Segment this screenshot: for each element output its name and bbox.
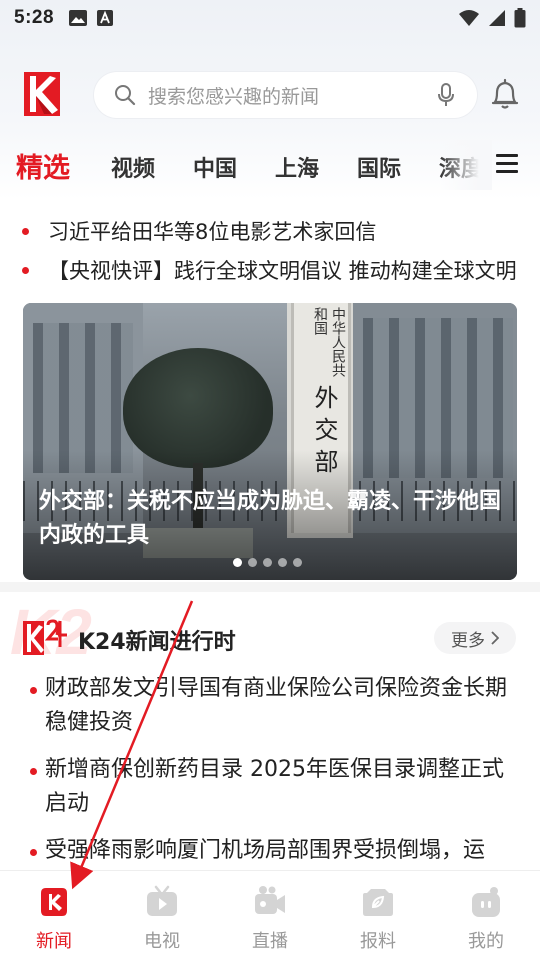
chevron-right-icon	[491, 631, 499, 645]
headline-text: 习近平给田华等8位电影艺术家回信	[48, 220, 377, 244]
banner-caption: 外交部：关税不应当成为胁迫、霸凌、干涉他国内政的工具	[39, 489, 502, 548]
bullet-dot	[22, 227, 29, 235]
k24-news-item[interactable]: 受强降雨影响厦门机场局部围界受损倒塌，运	[45, 834, 515, 868]
nav-report-label: 报料	[360, 931, 396, 952]
microphone-icon[interactable]	[437, 83, 455, 107]
tab-featured[interactable]: 精选	[16, 146, 70, 185]
nav-profile[interactable]: 我的	[432, 871, 540, 960]
app-logo-icon[interactable]	[22, 70, 62, 118]
more-button[interactable]: 更多	[434, 622, 516, 654]
bullet-dot	[30, 849, 37, 856]
headline-text: 【央视快评】践行全球文明倡议 推动构建全球文明	[48, 259, 517, 283]
k24-section-title: K24新闻进行时	[78, 630, 236, 655]
tabs-fade	[440, 140, 492, 190]
signal-icon	[489, 10, 505, 26]
carousel-dot[interactable]	[263, 558, 272, 567]
carousel-dot[interactable]	[293, 558, 302, 567]
bottom-navigation: 新闻 电视 直播 报料 我的	[0, 870, 540, 960]
status-bar: 5:28	[0, 0, 540, 36]
news-icon	[41, 888, 67, 916]
k24-news-item[interactable]: 财政部发文引导国有商业保险公司保险资金长期稳健投资	[45, 672, 515, 740]
headline-item[interactable]: 习近平给田华等8位电影艺术家回信	[22, 216, 517, 246]
sign-small-text: 中华人民共和国	[312, 307, 346, 377]
bullet-dot	[22, 266, 29, 274]
carousel-dot[interactable]	[278, 558, 287, 567]
headline-item[interactable]: 【央视快评】践行全球文明倡议 推动构建全球文明	[22, 255, 517, 285]
nav-live-label: 直播	[252, 931, 288, 952]
featured-carousel[interactable]: 中华人民共和国 外交部 外交部：关税不应当成为胁迫、霸凌、干涉他国内政的工具	[23, 303, 517, 580]
live-camera-icon	[255, 886, 285, 914]
tab-international[interactable]: 国际	[357, 151, 401, 183]
font-notification-icon	[97, 10, 114, 26]
nav-live[interactable]: 直播	[216, 871, 324, 960]
carousel-indicator	[233, 558, 302, 567]
bullet-dot	[30, 768, 37, 775]
tab-video[interactable]: 视频	[111, 151, 155, 183]
profile-icon	[472, 887, 500, 917]
nav-profile-label: 我的	[468, 931, 504, 952]
search-placeholder: 搜索您感兴趣的新闻	[148, 85, 320, 108]
channel-tabs: 精选 视频 中国 上海 国际 深度	[0, 140, 540, 190]
tab-shanghai[interactable]: 上海	[275, 151, 319, 183]
search-bar[interactable]: 搜索您感兴趣的新闻	[94, 72, 477, 118]
gallery-notification-icon	[69, 10, 88, 26]
tv-icon	[147, 885, 177, 916]
status-time: 5:28	[14, 7, 55, 28]
carousel-dot[interactable]	[248, 558, 257, 567]
more-label: 更多	[451, 630, 485, 651]
notification-bell-icon[interactable]	[490, 78, 520, 110]
nav-tv-label: 电视	[144, 931, 180, 952]
nav-news-label: 新闻	[36, 931, 72, 952]
report-icon	[363, 889, 393, 916]
k24-logo-icon	[23, 619, 67, 655]
tab-china[interactable]: 中国	[193, 151, 237, 183]
channel-menu-button[interactable]	[496, 154, 518, 178]
search-icon	[115, 85, 136, 106]
wifi-icon	[459, 10, 479, 26]
nav-tv[interactable]: 电视	[108, 871, 216, 960]
k24-news-item[interactable]: 新增商保创新药目录 2025年医保目录调整正式启动	[45, 753, 515, 821]
nav-report[interactable]: 报料	[324, 871, 432, 960]
bullet-dot	[30, 687, 37, 694]
section-divider	[0, 582, 540, 592]
carousel-dot[interactable]	[233, 558, 242, 567]
battery-icon	[514, 8, 526, 28]
nav-news[interactable]: 新闻	[0, 871, 108, 960]
